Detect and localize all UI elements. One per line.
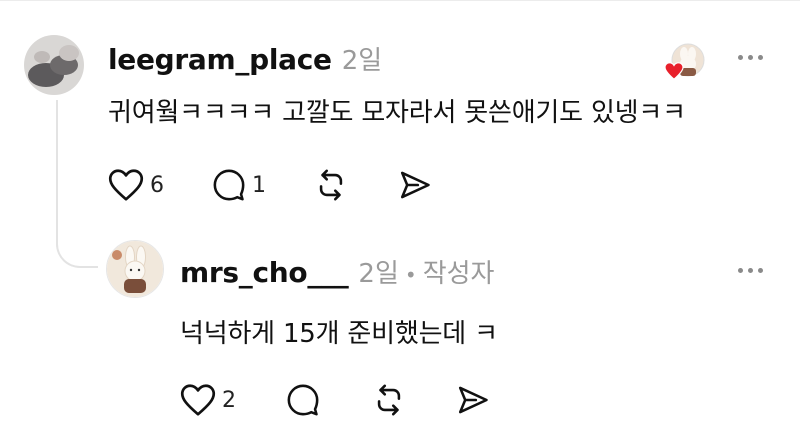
author-liked-badge: [662, 42, 706, 82]
reply-button[interactable]: 1: [212, 168, 266, 202]
username[interactable]: leegram_place: [108, 43, 332, 76]
repost-icon: [319, 169, 343, 201]
top-divider: [0, 0, 800, 1]
avatar[interactable]: [24, 35, 84, 95]
like-button[interactable]: 6: [108, 168, 164, 202]
rabbit-avatar-photo: [107, 241, 163, 297]
comment-bubble-icon: [213, 169, 245, 201]
action-bar: 6 1: [108, 168, 432, 202]
repost-icon: [377, 384, 401, 416]
thread-connector-line: [56, 100, 98, 268]
more-options-icon[interactable]: [738, 55, 763, 60]
action-bar: 2: [180, 383, 490, 417]
separator-dot: •: [404, 263, 417, 287]
like-count: 2: [222, 387, 236, 413]
heart-icon: [180, 384, 216, 416]
reply-header: mrs_cho___ 2일 • 작성자: [180, 253, 494, 290]
like-count: 6: [150, 172, 164, 198]
comment-text: 귀여웤ㅋㅋㅋㅋ 고깔도 모자라서 못쓴애기도 있넹ㅋㅋ: [108, 98, 686, 128]
repost-button[interactable]: [372, 383, 406, 417]
send-icon: [400, 171, 430, 199]
repost-button[interactable]: [314, 168, 348, 202]
comment-bubble-icon: [287, 384, 319, 416]
send-icon: [458, 386, 488, 414]
share-button[interactable]: [456, 383, 490, 417]
timestamp: 2일: [341, 46, 383, 76]
like-button[interactable]: 2: [180, 383, 236, 417]
heart-badge-icon: [664, 62, 684, 80]
timestamp: 2일: [358, 259, 399, 289]
avatar-photo: [24, 35, 84, 95]
username[interactable]: mrs_cho___: [180, 256, 349, 289]
avatar[interactable]: [106, 240, 164, 298]
reply-text: 넉넉하게 15개 준비했는데 ㅋ: [180, 319, 498, 349]
author-label: 작성자: [422, 259, 495, 289]
reply-button[interactable]: [286, 383, 320, 417]
reply-count: 1: [252, 172, 266, 198]
more-options-icon[interactable]: [738, 268, 763, 273]
comment-header: leegram_place 2일: [108, 40, 382, 77]
heart-icon: [108, 169, 144, 201]
share-button[interactable]: [398, 168, 432, 202]
